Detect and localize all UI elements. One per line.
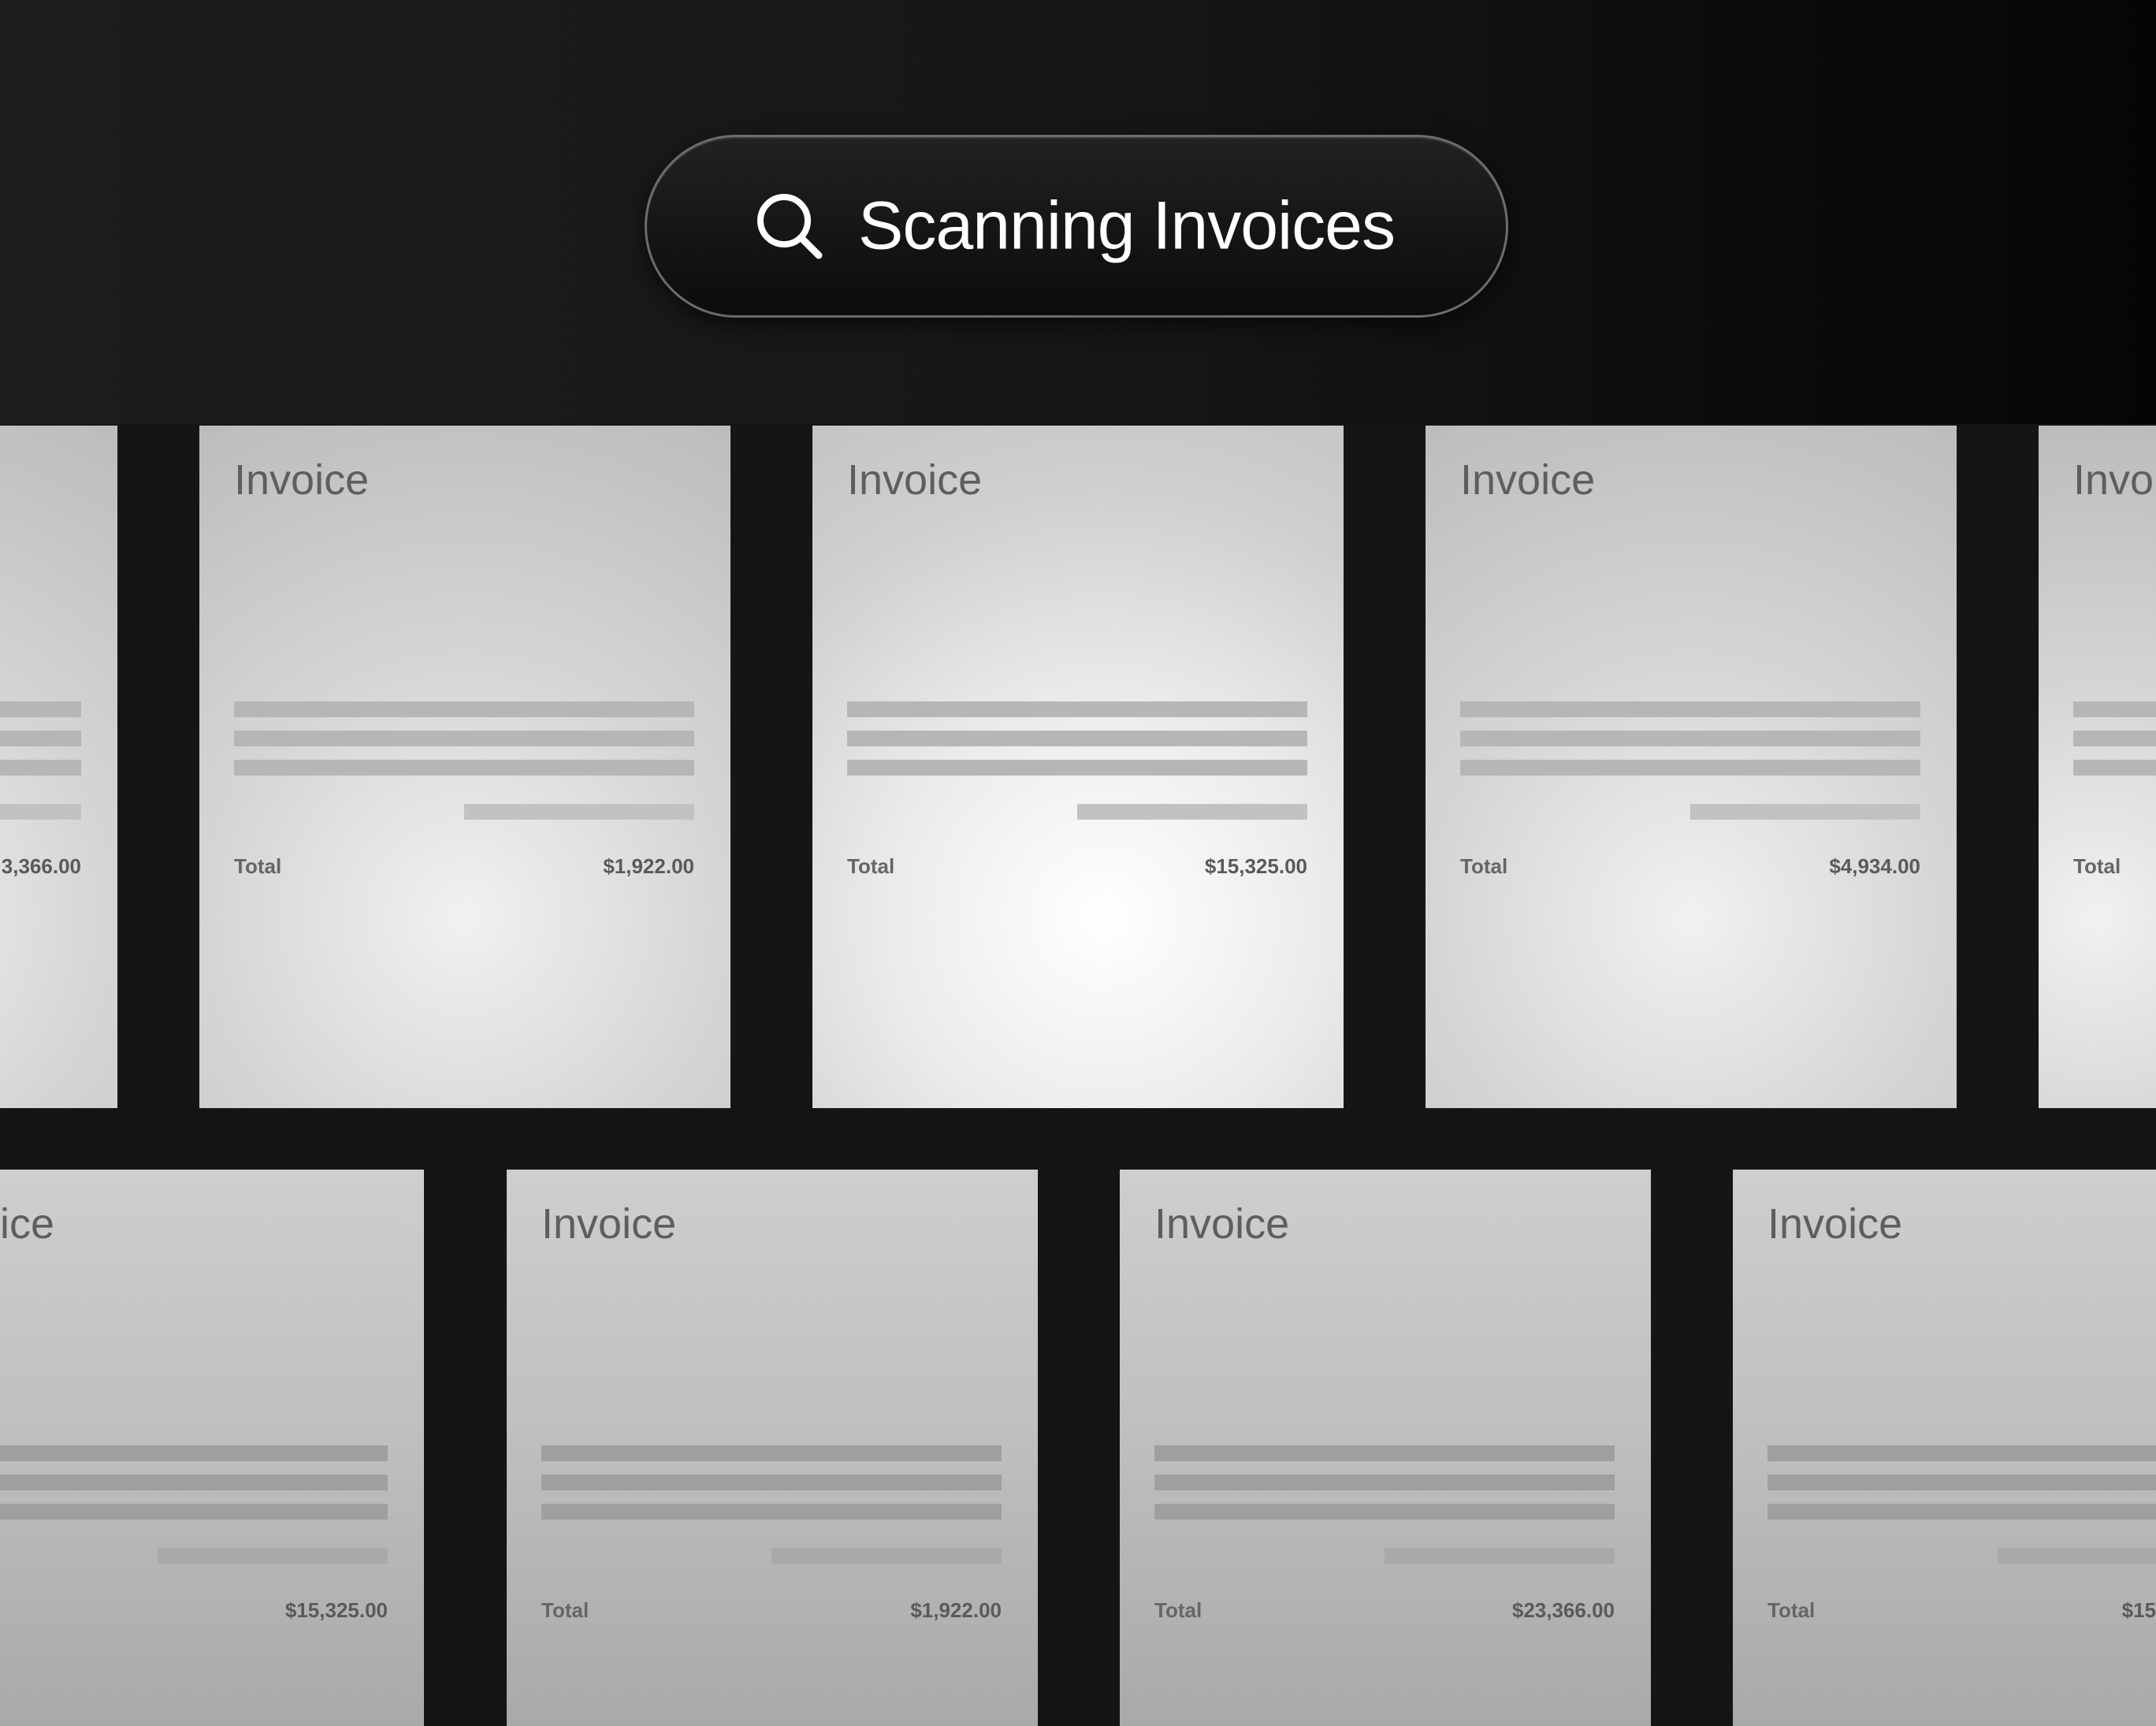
invoice-card[interactable]: Invo Total [2039, 426, 2156, 1108]
invoice-total-amount: $23,366.00 [1511, 1598, 1615, 1622]
invoice-line-placeholder [1768, 1475, 2156, 1490]
invoice-title: Invoice [1460, 456, 1596, 504]
invoice-line-placeholder [1154, 1504, 1615, 1520]
invoice-total-label: Total [234, 854, 282, 878]
invoice-total-amount: $1,922.00 [910, 1598, 1002, 1622]
invoice-line-placeholder [0, 760, 81, 776]
invoice-card[interactable]: Invoice Total $1,922.00 [199, 426, 730, 1108]
invoice-card[interactable]: 3,366.00 [0, 426, 117, 1108]
invoice-line-placeholder [234, 760, 694, 776]
invoice-line-placeholder [234, 701, 694, 717]
invoice-subtotal-placeholder [1690, 804, 1920, 820]
invoice-total-label: Total [847, 854, 895, 878]
invoice-line-placeholder [1768, 1504, 2156, 1520]
invoice-line-placeholder [1460, 760, 1920, 776]
scanning-invoices-screen: Scanning Invoices 3,366.00 Invoice Total… [0, 0, 2156, 1726]
invoice-line-placeholder [1768, 1445, 2156, 1461]
invoice-subtotal-placeholder [158, 1548, 388, 1564]
invoice-total-amount: $15 [2121, 1598, 2156, 1622]
header-band: Scanning Invoices [0, 0, 2156, 424]
invoice-subtotal-placeholder [1077, 804, 1307, 820]
invoice-card[interactable]: ice $15,325.00 [0, 1170, 424, 1726]
invoice-subtotal-placeholder [1385, 1548, 1615, 1564]
invoice-line-placeholder [847, 701, 1307, 717]
invoice-title: Invoice [541, 1200, 677, 1248]
invoice-total-amount: $15,325.00 [284, 1598, 388, 1622]
invoice-subtotal-placeholder [464, 804, 694, 820]
invoice-total-amount: 3,366.00 [1, 854, 81, 878]
invoice-line-placeholder [1154, 1475, 1615, 1490]
invoice-subtotal-placeholder [1998, 1548, 2156, 1564]
invoice-line-placeholder [847, 760, 1307, 776]
invoice-title: Invoice [1768, 1200, 1903, 1248]
invoice-line-placeholder [0, 701, 81, 717]
invoice-line-placeholder [847, 731, 1307, 746]
invoice-card[interactable]: Invoice Total $4,934.00 [1426, 426, 1957, 1108]
invoice-card[interactable]: Invoice Total $15,325.00 [812, 426, 1344, 1108]
invoice-line-placeholder [0, 1445, 388, 1461]
invoice-title: Invoice [847, 456, 983, 504]
invoice-line-placeholder [2073, 701, 2156, 717]
invoice-total-label: Total [1768, 1598, 1816, 1622]
scanning-status-label: Scanning Invoices [858, 188, 1396, 264]
invoice-line-placeholder [234, 731, 694, 746]
invoice-subtotal-placeholder [0, 804, 81, 820]
invoice-line-placeholder [2073, 760, 2156, 776]
invoice-title: Invo [2073, 456, 2154, 504]
invoice-line-placeholder [541, 1445, 1002, 1461]
invoice-line-placeholder [1154, 1445, 1615, 1461]
invoice-title: Invoice [234, 456, 370, 504]
invoice-subtotal-placeholder [771, 1548, 1002, 1564]
invoice-line-placeholder [0, 1504, 388, 1520]
invoice-line-placeholder [0, 1475, 388, 1490]
invoice-total-label: Total [541, 1598, 589, 1622]
invoice-total-label: Total [1460, 854, 1508, 878]
search-icon [757, 194, 823, 259]
scanning-status-pill[interactable]: Scanning Invoices [645, 135, 1508, 318]
invoice-title: ice [0, 1200, 55, 1248]
invoice-total-amount: $15,325.00 [1204, 854, 1307, 878]
invoice-line-placeholder [1460, 731, 1920, 746]
invoice-line-placeholder [541, 1475, 1002, 1490]
invoice-line-placeholder [1460, 701, 1920, 717]
invoice-card[interactable]: Invoice Total $1,922.00 [507, 1170, 1038, 1726]
invoice-total-amount: $1,922.00 [603, 854, 694, 878]
invoice-title: Invoice [1154, 1200, 1290, 1248]
invoice-total-label: Total [2073, 854, 2121, 878]
invoice-total-label: Total [1154, 1598, 1203, 1622]
invoice-line-placeholder [2073, 731, 2156, 746]
invoice-line-placeholder [541, 1504, 1002, 1520]
invoice-card[interactable]: Invoice Total $15 [1733, 1170, 2156, 1726]
invoice-card[interactable]: Invoice Total $23,366.00 [1120, 1170, 1651, 1726]
invoice-total-amount: $4,934.00 [1829, 854, 1920, 878]
invoice-line-placeholder [0, 731, 81, 746]
